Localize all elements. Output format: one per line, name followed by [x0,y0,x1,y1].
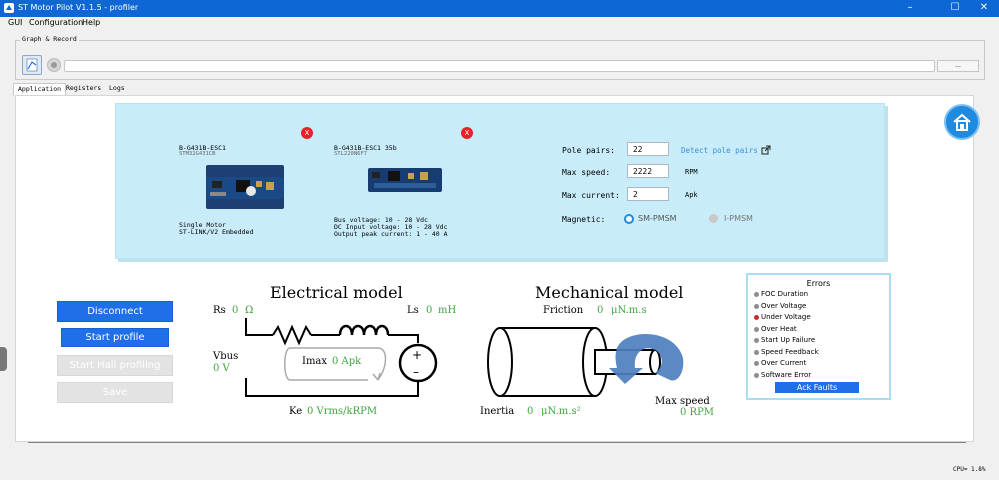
imax-value: 0 Apk [332,356,362,367]
ke-value: 0 Vrms/kRPM [307,406,378,417]
max-speed-unit: RPM [685,168,698,176]
status-dot-icon [754,315,759,320]
mechanical-model-title: Mechanical model [535,283,684,302]
vbus-value: 0 V [213,363,230,374]
max-speed-input[interactable]: 2222 [627,164,669,178]
status-dot-icon [754,349,759,355]
board1-chip: STM32G431CB [179,151,216,157]
home-icon [953,113,971,131]
record-path-input[interactable] [64,60,935,72]
motor-diagram [487,327,684,397]
remove-board1-button[interactable]: X [301,127,313,139]
app-icon [4,3,14,13]
magnetic-label: Magnetic: [562,215,606,224]
menu-bar: GUI Configuration Help [0,17,999,30]
board-panel: X B-G431B-ESC1 STM32G431CB Single Motor … [115,103,885,259]
tab-logs[interactable]: Logs [105,83,129,95]
status-dot-icon [754,361,759,366]
graph-record-title: Graph & Record [20,35,79,43]
error-under-voltage: Under Voltage [754,313,811,321]
menu-help[interactable]: Help [82,18,100,27]
side-panel-handle[interactable] [0,347,7,371]
pole-pairs-input[interactable]: 22 [627,142,669,156]
max-current-input[interactable]: 2 [627,187,669,201]
menu-configuration[interactable]: Configuration [29,18,83,27]
inertia-unit: μN.m.s² [541,406,581,417]
imax-label: Imax [302,356,328,367]
error-software-error: Software Error [754,371,811,379]
start-hall-profiling-button[interactable]: Start Hall profiling [57,355,173,376]
horizontal-scrollbar[interactable] [28,442,966,443]
error-over-heat: Over Heat [754,325,797,333]
tab-registers[interactable]: Registers [62,83,105,95]
magnetic-ipmsm-radio[interactable] [709,214,718,223]
friction-value: 0 [597,305,604,316]
inertia-label: Inertia [480,406,515,417]
friction-unit: μN.m.s [611,305,647,316]
minimize-button[interactable]: – [895,0,925,17]
status-dot-icon [754,326,759,332]
ls-label: Ls [407,305,419,316]
status-dot-icon [754,292,759,297]
home-button[interactable] [944,104,980,140]
browse-button[interactable]: ... [937,60,979,72]
disconnect-button[interactable]: Disconnect [57,301,173,322]
record-icon[interactable] [47,58,61,72]
graph-button[interactable] [22,55,42,75]
status-dot-icon [754,338,759,343]
electrical-model-title: Electrical model [270,283,403,302]
status-bar: CPU= 1.8% [0,462,999,480]
error-start-up-failure: Start Up Failure [754,336,815,344]
ke-label: Ke [289,406,303,417]
save-button[interactable]: Save [57,382,173,403]
max-current-unit: Apk [685,191,698,199]
max-speed-label: Max speed: [562,168,611,177]
status-dot-icon [754,303,759,309]
external-link-icon[interactable] [761,145,771,155]
cpu-usage: CPU= 1.8% [953,466,986,473]
errors-panel: Errors FOC Duration Over Voltage Under V… [746,273,891,400]
graph-icon [26,58,38,72]
svg-text:+: + [412,348,422,362]
magnetic-smpmsm-radio[interactable] [624,214,634,224]
max-speed-mech-label: Max speed [655,396,710,407]
max-speed-mech-value: 0 RPM [680,407,715,418]
status-dot-icon [754,372,759,378]
menu-gui[interactable]: GUI [8,18,22,27]
board2-image [368,168,442,192]
graph-record-group: Graph & Record ... [15,35,985,80]
remove-board2-button[interactable]: X [461,127,473,139]
rs-label: Rs [213,305,226,316]
error-foc-duration: FOC Duration [754,290,808,298]
ls-value: 0 [426,305,433,316]
svg-text:–: – [413,365,419,379]
board1-desc2: ST-LINK/V2 Embedded [179,228,254,236]
board2-desc3: Output peak current: 1 - 40 A [334,230,448,238]
vbus-label: Vbus [213,351,239,362]
rs-value: 0 [232,305,239,316]
detect-pole-pairs-link[interactable]: Detect pole pairs [681,146,758,155]
maximize-button[interactable]: ☐ [940,0,970,17]
error-over-current: Over Current [754,359,806,367]
magnetic-ipmsm-label: I-PMSM [724,214,753,223]
inertia-value: 0 [527,406,534,417]
magnetic-smpmsm-label: SM-PMSM [638,214,677,223]
pole-pairs-label: Pole pairs: [562,146,615,155]
board1-image [206,165,284,209]
title-bar: ST Motor Pilot V1.1.5 - profiler – ☐ ✕ [0,0,999,17]
rs-unit: Ω [245,305,254,316]
max-current-label: Max current: [562,191,620,200]
start-profile-button[interactable]: Start profile [61,328,169,347]
ls-unit: mH [438,305,457,316]
board2-chip: STL220N6F7 [334,151,368,157]
window-title: ST Motor Pilot V1.1.5 - profiler [18,3,139,12]
error-over-voltage: Over Voltage [754,302,806,310]
ack-faults-button[interactable]: Ack Faults [775,382,859,393]
friction-label: Friction [543,305,584,316]
error-speed-feedback: Speed Feedback [754,348,819,356]
close-button[interactable]: ✕ [969,0,999,17]
errors-title: Errors [806,279,831,288]
